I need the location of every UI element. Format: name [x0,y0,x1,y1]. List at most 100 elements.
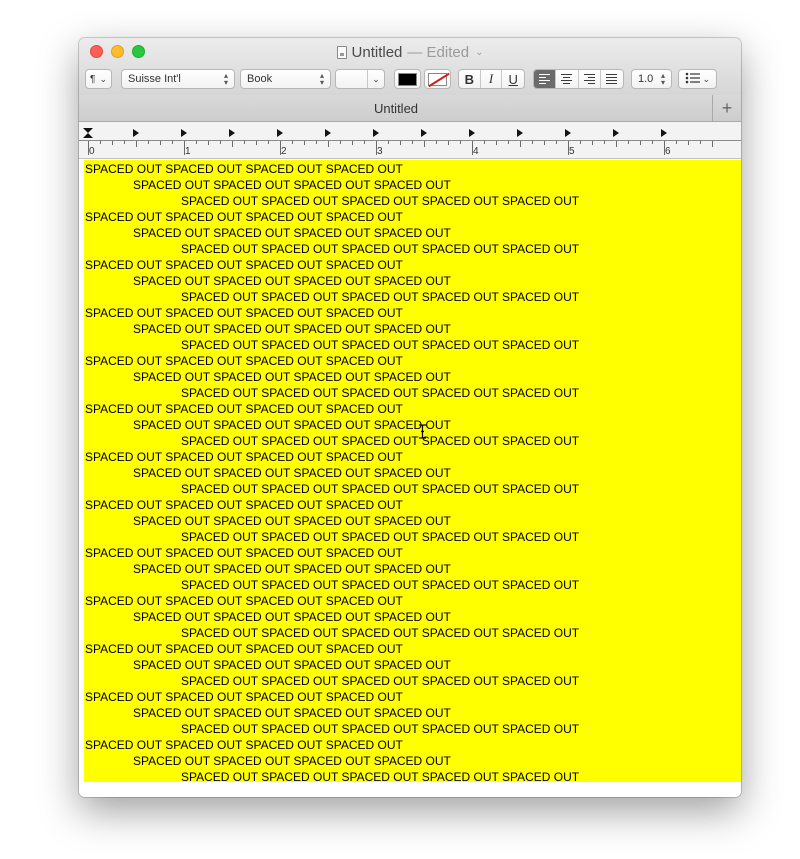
ruler-inch-label: 5 [569,146,575,157]
underline-label: U [508,71,518,87]
document-line: SPACED OUT SPACED OUT SPACED OUT SPACED … [181,338,580,352]
tab-stop-marker[interactable] [565,129,571,137]
document-icon [336,45,347,59]
document-line: SPACED OUT SPACED OUT SPACED OUT SPACED … [85,738,403,752]
ruler-inch-label: 0 [89,146,95,157]
chevron-down-icon: ⌄ [99,73,107,84]
document-line: SPACED OUT SPACED OUT SPACED OUT SPACED … [181,482,580,496]
document-line: SPACED OUT SPACED OUT SPACED OUT SPACED … [181,530,580,544]
document-line: SPACED OUT SPACED OUT SPACED OUT SPACED … [85,210,403,224]
align-left-icon [539,74,551,84]
alignment-group [533,69,624,89]
tab-stop-marker[interactable] [325,129,331,137]
document-line: SPACED OUT SPACED OUT SPACED OUT SPACED … [181,578,580,592]
chevron-down-icon: ⌄ [702,73,710,84]
document-line: SPACED OUT SPACED OUT SPACED OUT SPACED … [181,194,580,208]
ruler-inch-label: 3 [377,146,383,157]
no-color-swatch-icon [428,72,447,86]
align-right-button[interactable] [579,70,601,88]
ibeam-cursor-icon [419,424,426,439]
document-line: SPACED OUT SPACED OUT SPACED OUT SPACED … [133,514,451,528]
document-line: SPACED OUT SPACED OUT SPACED OUT SPACED … [85,594,403,608]
tab-stop-marker[interactable] [373,129,379,137]
document-line: SPACED OUT SPACED OUT SPACED OUT SPACED … [85,402,403,416]
document-lines: SPACED OUT SPACED OUT SPACED OUT SPACED … [84,160,741,784]
tab-stop-marker[interactable] [469,129,475,137]
bottom-margin [79,782,741,797]
document-line: SPACED OUT SPACED OUT SPACED OUT SPACED … [133,706,451,720]
tab-untitled[interactable]: Untitled [79,101,713,116]
document-line: SPACED OUT SPACED OUT SPACED OUT SPACED … [133,562,451,576]
document-line: SPACED OUT SPACED OUT SPACED OUT SPACED … [181,242,580,256]
document-line: SPACED OUT SPACED OUT SPACED OUT SPACED … [85,546,403,560]
document-line: SPACED OUT SPACED OUT SPACED OUT SPACED … [85,354,403,368]
document-line: SPACED OUT SPACED OUT SPACED OUT SPACED … [133,226,451,240]
align-center-icon [561,74,573,84]
document-line: SPACED OUT SPACED OUT SPACED OUT SPACED … [85,306,403,320]
chevron-down-icon[interactable]: ⌄ [368,74,384,85]
left-indent-marker[interactable] [83,133,93,138]
document-line: SPACED OUT SPACED OUT SPACED OUT SPACED … [85,498,403,512]
up-down-arrows-icon: ▴ ▾ [660,71,665,87]
document-line: SPACED OUT SPACED OUT SPACED OUT SPACED … [181,386,580,400]
document-line: SPACED OUT SPACED OUT SPACED OUT SPACED … [85,642,403,656]
text-background-color-well[interactable] [424,69,451,89]
line-spacing-popup[interactable]: 1.0 ▴ ▾ [631,69,672,89]
document-line: SPACED OUT SPACED OUT SPACED OUT SPACED … [133,178,451,192]
bold-button[interactable]: B [459,70,481,88]
list-style-popup[interactable]: ⌄ [678,69,717,89]
document-line: SPACED OUT SPACED OUT SPACED OUT SPACED … [133,322,451,336]
first-line-indent-marker[interactable] [83,128,93,133]
document-line: SPACED OUT SPACED OUT SPACED OUT SPACED … [133,658,451,672]
bold-label: B [464,71,475,87]
ruler-inch-label: 2 [281,146,287,157]
tab-stop-marker[interactable] [277,129,283,137]
line-spacing-value: 1.0 [638,73,654,85]
tab-bar: Untitled + [79,95,741,122]
justify-button[interactable] [601,70,623,88]
ruler[interactable]: 0 1 2 3 4 5 6 [79,122,741,159]
add-tab-button[interactable]: + [712,95,741,121]
document-line: SPACED OUT SPACED OUT SPACED OUT SPACED … [181,434,580,448]
document-line: SPACED OUT SPACED OUT SPACED OUT SPACED … [181,722,580,736]
tab-stop-marker[interactable] [517,129,523,137]
ruler-inch-label: 1 [185,146,191,157]
document-line: SPACED OUT SPACED OUT SPACED OUT SPACED … [181,626,580,640]
window-title[interactable]: Untitled — Edited ⌄ [79,42,741,62]
chevron-down-icon: ⌄ [475,46,484,58]
tab-stop-marker[interactable] [661,129,667,137]
paragraph-style-popup[interactable]: ¶ ⌄ [85,69,112,89]
up-down-arrows-icon: ▴ ▾ [223,71,228,87]
underline-button[interactable]: U [502,70,524,88]
font-family-popup[interactable]: Suisse Int'l ▴ ▾ [121,69,235,89]
list-bullets-icon [685,72,702,87]
typeface-popup[interactable]: Book ▴ ▾ [240,69,331,89]
ruler-inch-label: 4 [473,146,479,157]
document-line: SPACED OUT SPACED OUT SPACED OUT SPACED … [133,370,451,384]
tab-stop-marker[interactable] [133,129,139,137]
align-right-icon [583,74,595,84]
ruler-inch-label: 6 [665,146,671,157]
document-line: SPACED OUT SPACED OUT SPACED OUT SPACED … [133,274,451,288]
italic-button[interactable]: I [481,70,503,88]
document-line: SPACED OUT SPACED OUT SPACED OUT SPACED … [133,754,451,768]
document-text-area[interactable]: SPACED OUT SPACED OUT SPACED OUT SPACED … [84,160,741,784]
align-left-button[interactable] [534,70,557,88]
font-size-combo[interactable]: ⌄ [335,69,385,89]
document-line: SPACED OUT SPACED OUT SPACED OUT SPACED … [133,610,451,624]
document-line: SPACED OUT SPACED OUT SPACED OUT SPACED … [85,690,403,704]
align-center-button[interactable] [556,70,579,88]
up-down-arrows-icon: ▴ ▾ [319,71,324,87]
tab-stop-marker[interactable] [421,129,427,137]
tab-stop-marker[interactable] [229,129,235,137]
document-line: SPACED OUT SPACED OUT SPACED OUT SPACED … [133,418,451,432]
text-color-well[interactable] [394,69,421,89]
justify-icon [606,74,618,84]
document-line: SPACED OUT SPACED OUT SPACED OUT SPACED … [133,466,451,480]
tab-stop-marker[interactable] [181,129,187,137]
font-size-input[interactable] [336,70,368,88]
document-line: SPACED OUT SPACED OUT SPACED OUT SPACED … [85,450,403,464]
tab-stop-marker[interactable] [613,129,619,137]
window-title-text: Untitled [351,43,403,61]
font-family-value: Suisse Int'l [128,73,181,85]
